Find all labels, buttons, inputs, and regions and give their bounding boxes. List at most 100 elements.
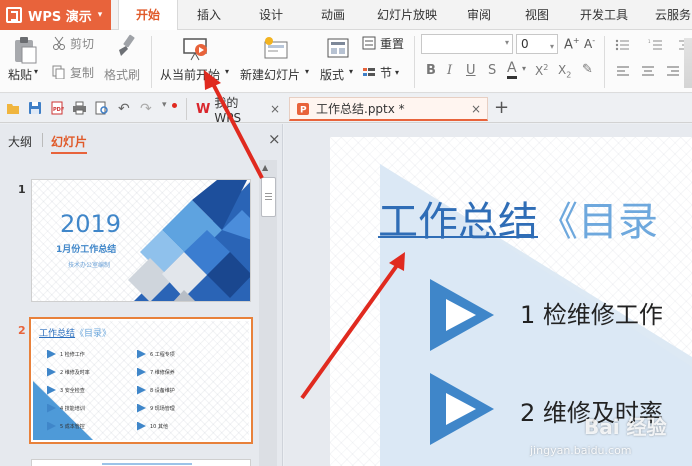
projector-play-icon <box>183 38 207 61</box>
print-preview-icon[interactable] <box>95 101 109 115</box>
play-triangle-icon <box>430 279 494 351</box>
play-from-current-button[interactable]: 从当前开始 ▾ <box>158 34 234 90</box>
tab-outline[interactable]: 大纲 <box>8 133 32 150</box>
notification-dot-icon <box>172 103 177 108</box>
list-item: 5 成本管控 <box>60 423 85 430</box>
chevron-down-icon: ▾ <box>522 64 527 73</box>
paste-button[interactable]: 粘贴 ▾ <box>8 34 42 90</box>
reset-label: 重置 <box>380 36 405 51</box>
list-item: 8 设备维护 <box>150 387 175 394</box>
list-item: 6 工程专项 <box>150 351 175 358</box>
numbered-list-icon[interactable]: 1 <box>648 38 664 52</box>
thumb2-canvas: 工作总结《目录》 1 检修工作 2 维修及时率 3 安全检查 4 技能培训 5 … <box>33 321 249 440</box>
watermark-url: jingyan.baidu.com <box>530 444 632 457</box>
app-menu-button[interactable]: WPS 演示 ▾ <box>0 0 111 30</box>
italic-icon[interactable]: I <box>447 63 452 78</box>
layout-button[interactable]: 版式 ▾ <box>318 34 358 90</box>
tab-home[interactable]: 开始 <box>118 0 178 31</box>
bold-icon[interactable]: B <box>426 63 436 78</box>
tab-developer[interactable]: 开发工具 <box>572 0 636 30</box>
svg-text:P: P <box>300 105 307 115</box>
slide-thumbnail-3[interactable] <box>31 459 251 466</box>
superscript-icon[interactable]: X2 <box>535 63 548 78</box>
copy-label: 复制 <box>70 65 95 80</box>
undo-icon[interactable]: ↶ <box>118 101 130 117</box>
save-icon[interactable] <box>28 101 42 115</box>
decrease-font-icon[interactable]: A- <box>584 36 595 51</box>
slide-thumbnail-1[interactable]: 2019 1月份工作总结 技术办公室编制 <box>31 179 251 302</box>
divider <box>186 98 187 120</box>
export-pdf-icon[interactable]: PDF <box>50 101 64 115</box>
align-left-icon[interactable] <box>616 65 630 77</box>
thumb2-items-left: 1 检修工作 2 维修及时率 3 安全检查 4 技能培训 5 成本管控 <box>47 345 90 435</box>
new-slide-button[interactable]: 新建幻灯片 ▾ <box>240 34 312 90</box>
reset-button[interactable]: 重置 <box>362 34 404 52</box>
list-item: 7 维修保养 <box>150 369 175 376</box>
format-painter-button[interactable]: 格式刷 <box>104 34 146 90</box>
font-size-select[interactable]: 0 ▾ <box>516 34 558 54</box>
tab-view[interactable]: 视图 <box>514 0 560 30</box>
customize-icon[interactable]: ▾ <box>162 100 167 110</box>
font-color-icon[interactable]: A <box>507 61 517 79</box>
slide-title[interactable]: 工作总结《目录 <box>378 197 658 247</box>
tab-slides[interactable]: 幻灯片 <box>51 133 88 154</box>
thumb2-items-right: 6 工程专项 7 维修保养 8 设备维护 9 现场管理 10 其他 <box>137 345 175 435</box>
paste-label: 粘贴 <box>8 68 33 82</box>
section-icon <box>363 68 375 76</box>
tab-slideshow[interactable]: 幻灯片放映 <box>370 0 444 30</box>
align-center-icon[interactable] <box>641 65 655 77</box>
svg-text:1: 1 <box>648 39 651 44</box>
section-button[interactable]: 节 ▾ <box>362 63 399 81</box>
chevron-down-icon: ▾ <box>34 67 39 76</box>
ribbon-scroll[interactable] <box>684 38 692 88</box>
list-item: 10 其他 <box>150 423 168 430</box>
play-triangle-icon <box>430 373 494 445</box>
list-item: 4 技能培训 <box>60 405 85 412</box>
clear-format-icon[interactable]: ✎ <box>582 62 593 77</box>
chevron-down-icon: ▾ <box>97 10 103 20</box>
chevron-down-icon: ▾ <box>549 42 554 51</box>
tab-document[interactable]: P 工作总结.pptx * × <box>289 97 488 121</box>
close-icon[interactable]: × <box>471 102 481 116</box>
bullet-list-icon[interactable] <box>615 38 631 52</box>
redo-icon[interactable]: ↷ <box>140 101 152 117</box>
slide-title-paren: 《目录 <box>538 199 658 245</box>
tab-my-wps[interactable]: W 我的WPS × <box>190 96 286 125</box>
divider <box>42 133 43 147</box>
chevron-down-icon: ▾ <box>395 67 400 77</box>
print-icon[interactable] <box>72 101 87 115</box>
tab-document-label: 工作总结.pptx * <box>316 102 405 116</box>
font-name-select[interactable]: ▾ <box>421 34 513 54</box>
chevron-down-icon: ▾ <box>504 38 509 47</box>
close-panel-icon[interactable]: × <box>268 130 281 148</box>
list-item: 1 检修工作 <box>60 351 85 358</box>
layout-icon <box>327 38 349 58</box>
wps-brand-icon: W <box>196 101 211 117</box>
chevron-down-icon: ▾ <box>225 67 230 76</box>
new-slide-label: 新建幻灯片 <box>240 68 301 82</box>
tab-my-wps-label: 我的WPS <box>214 95 242 125</box>
tab-review[interactable]: 审阅 <box>456 0 502 30</box>
new-tab-button[interactable]: + <box>494 97 509 118</box>
tab-design[interactable]: 设计 <box>246 0 296 30</box>
increase-font-icon[interactable]: A+ <box>564 36 580 52</box>
tab-insert[interactable]: 插入 <box>184 0 234 30</box>
shadow-icon[interactable]: S <box>488 63 496 78</box>
open-folder-icon[interactable] <box>6 102 20 115</box>
slide-item-1[interactable]: 1 检维修工作 <box>520 295 663 330</box>
new-slide-icon <box>264 37 288 59</box>
watermark-logo: Bai 经验 <box>584 415 667 439</box>
tab-cloud[interactable]: 云服务 <box>648 0 692 30</box>
tab-animation[interactable]: 动画 <box>308 0 358 30</box>
divider <box>604 36 605 88</box>
copy-button[interactable]: 复制 <box>52 63 94 81</box>
underline-icon[interactable]: U <box>466 63 476 78</box>
scroll-up-icon[interactable]: ▲ <box>262 163 268 172</box>
cut-button[interactable]: 剪切 <box>52 34 94 52</box>
slide-thumbnail-2-selected[interactable]: 工作总结《目录》 1 检修工作 2 维修及时率 3 安全检查 4 技能培训 5 … <box>29 317 253 444</box>
close-icon[interactable]: × <box>270 102 280 116</box>
svg-text:PDF: PDF <box>53 107 64 113</box>
subscript-icon[interactable]: X2 <box>558 63 571 79</box>
align-right-icon[interactable] <box>666 65 680 77</box>
scrollbar-thumb[interactable] <box>261 177 276 217</box>
